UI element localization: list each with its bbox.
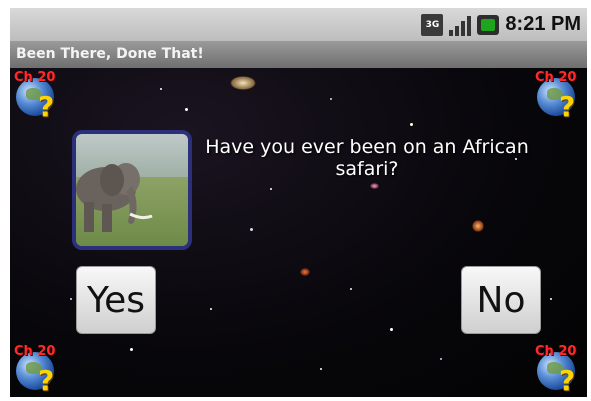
chapter-badge-top-left: ? Ch 20 <box>14 70 62 123</box>
yes-button[interactable]: Yes <box>76 266 156 334</box>
signal-bars-icon <box>449 14 472 36</box>
galaxy-decoration <box>230 76 256 90</box>
star-decoration <box>210 308 212 310</box>
star-decoration <box>70 298 72 300</box>
no-button[interactable]: No <box>461 266 541 334</box>
chapter-label: Ch 20 <box>14 344 56 359</box>
chapter-label: Ch 20 <box>535 70 577 85</box>
chapter-badge-bottom-right: ? Ch 20 <box>535 344 583 397</box>
galaxy-decoration <box>300 268 310 276</box>
battery-icon <box>477 14 500 35</box>
elephant-photo <box>72 130 192 250</box>
question-text: Have you ever been on an African safari? <box>205 136 529 180</box>
question-mark-icon: ? <box>38 364 55 397</box>
elephant-icon <box>76 163 153 232</box>
galaxy-decoration <box>472 220 484 232</box>
galaxy-decoration <box>370 183 379 189</box>
star-decoration <box>185 108 188 111</box>
app-title-bar: Been There, Done That! <box>10 41 587 68</box>
chapter-label: Ch 20 <box>535 344 577 359</box>
question-mark-icon: ? <box>559 364 576 397</box>
network-3g-icon: 3G <box>421 13 444 36</box>
star-decoration <box>550 298 552 300</box>
star-decoration <box>390 328 393 331</box>
app-title: Been There, Done That! <box>16 46 204 62</box>
question-mark-icon: ? <box>559 90 576 123</box>
star-decoration <box>320 368 322 370</box>
star-decoration <box>130 348 133 351</box>
phone-screen: 3G 8:21 PM Been There, Done That! ? Ch 2… <box>10 8 587 397</box>
status-bar: 3G 8:21 PM <box>10 8 587 41</box>
star-decoration <box>270 188 272 190</box>
chapter-badge-bottom-left: ? Ch 20 <box>14 344 62 397</box>
star-decoration <box>330 98 332 100</box>
chapter-badge-top-right: ? Ch 20 <box>535 70 583 123</box>
status-time: 8:21 PM <box>505 13 581 35</box>
star-decoration <box>160 88 162 90</box>
star-decoration <box>350 288 352 290</box>
star-decoration <box>250 228 253 231</box>
question-mark-icon: ? <box>38 90 55 123</box>
chapter-label: Ch 20 <box>14 70 56 85</box>
star-decoration <box>440 358 442 360</box>
space-background: ? Ch 20 ? Ch 20 ? Ch 20 ? Ch 20 Have you… <box>10 68 587 397</box>
star-decoration <box>410 123 413 126</box>
